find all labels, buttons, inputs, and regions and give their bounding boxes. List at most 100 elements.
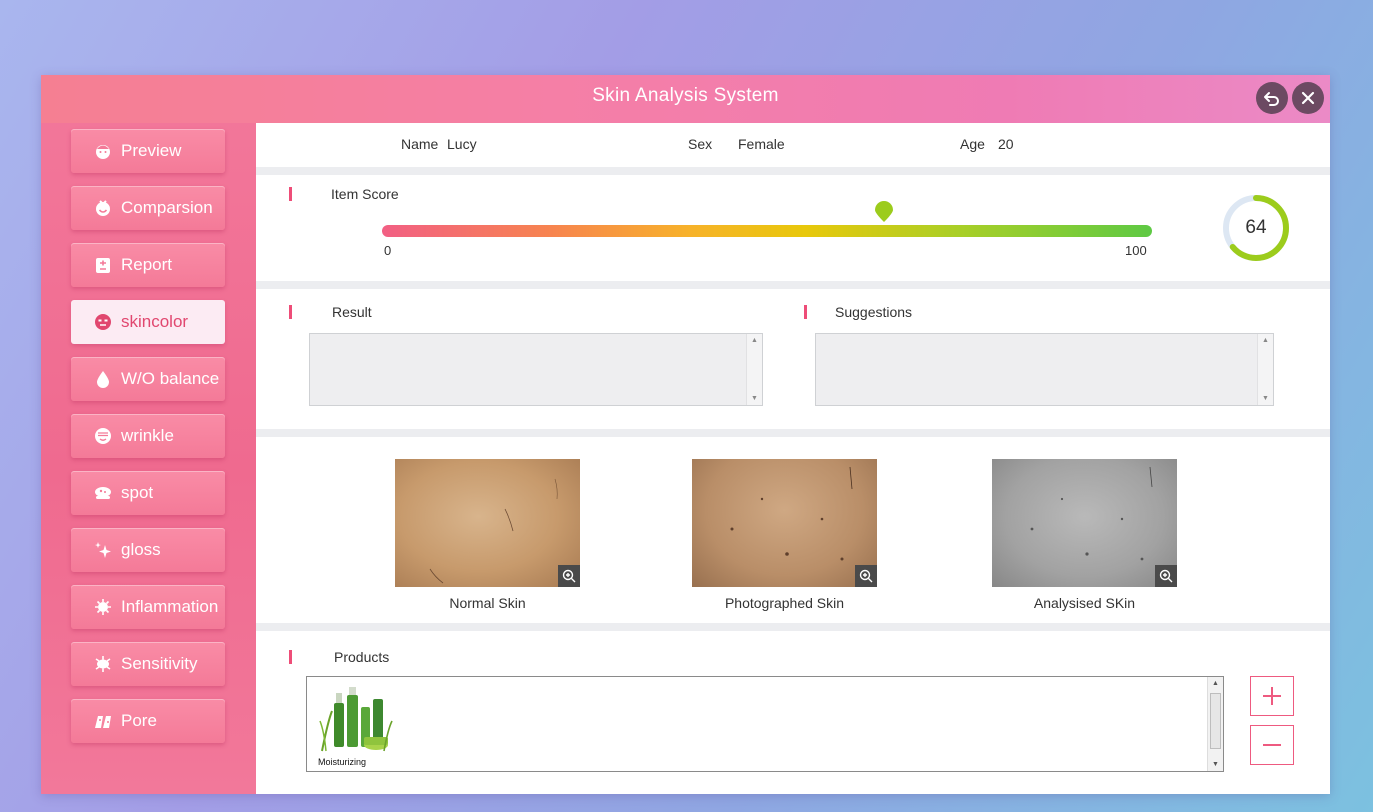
scroll-up-icon[interactable]: ▲ bbox=[1262, 337, 1269, 344]
sidebar-item-label: gloss bbox=[121, 540, 161, 559]
result-scrollbar[interactable]: ▲ ▼ bbox=[746, 334, 762, 405]
name-label: Name bbox=[401, 136, 439, 152]
suggestions-textbox[interactable]: ▲ ▼ bbox=[815, 333, 1274, 406]
back-arrow-icon bbox=[1264, 92, 1279, 106]
back-button[interactable] bbox=[1256, 82, 1288, 114]
products-list[interactable]: Moisturizing ▲ ▼ bbox=[306, 676, 1224, 772]
section-marker bbox=[289, 305, 292, 319]
item-score-panel: Item Score 0 100 64 bbox=[256, 175, 1330, 281]
section-marker bbox=[289, 187, 292, 201]
mask-face-icon bbox=[93, 312, 113, 332]
sidebar-item-gloss[interactable]: gloss bbox=[71, 528, 225, 572]
analysised-skin-caption: Analysised SKin bbox=[1033, 595, 1136, 611]
virus-icon bbox=[93, 597, 113, 617]
add-product-button[interactable] bbox=[1250, 676, 1294, 716]
suggestions-title: Suggestions bbox=[835, 304, 913, 320]
score-bar bbox=[382, 225, 1152, 237]
remove-product-button[interactable] bbox=[1250, 725, 1294, 765]
sidebar-item-comparsion[interactable]: Comparsion bbox=[71, 186, 225, 230]
zoom-in-button[interactable] bbox=[1155, 565, 1177, 587]
sidebar-item-pore[interactable]: Pore bbox=[71, 699, 225, 743]
title-bar: Skin Analysis System bbox=[41, 75, 1330, 123]
sidebar: Preview Comparsion Report skincolor W/O … bbox=[41, 123, 256, 794]
zoom-in-button[interactable] bbox=[558, 565, 580, 587]
sidebar-item-label: Inflammation bbox=[121, 597, 219, 616]
scroll-thumb[interactable] bbox=[1210, 693, 1221, 749]
photographed-skin-image[interactable] bbox=[692, 459, 877, 587]
normal-skin-image[interactable] bbox=[395, 459, 580, 587]
suggestions-scrollbar[interactable]: ▲ ▼ bbox=[1257, 334, 1273, 405]
zoom-in-icon bbox=[859, 569, 873, 583]
sidebar-item-inflammation[interactable]: Inflammation bbox=[71, 585, 225, 629]
face-icon bbox=[93, 141, 113, 161]
bacteria-icon bbox=[93, 654, 113, 674]
photographed-skin-caption: Photographed Skin bbox=[724, 595, 845, 611]
scroll-down-icon[interactable]: ▼ bbox=[1212, 761, 1219, 768]
sidebar-item-label: Sensitivity bbox=[121, 654, 198, 673]
water-drop-icon bbox=[93, 369, 113, 389]
sidebar-item-report[interactable]: Report bbox=[71, 243, 225, 287]
pore-icon bbox=[93, 711, 113, 731]
wrinkle-face-icon bbox=[93, 426, 113, 446]
sidebar-item-label: wrinkle bbox=[121, 426, 174, 445]
window-title: Skin Analysis System bbox=[592, 85, 779, 106]
section-marker bbox=[289, 650, 292, 664]
item-score-title: Item Score bbox=[331, 186, 399, 202]
product-image bbox=[318, 681, 394, 755]
products-scrollbar[interactable]: ▲ ▼ bbox=[1207, 677, 1223, 771]
sidebar-item-skincolor[interactable]: skincolor bbox=[71, 300, 225, 344]
sidebar-item-label: skincolor bbox=[121, 312, 189, 331]
product-name: Moisturizing bbox=[318, 757, 367, 767]
product-item[interactable]: Moisturizing bbox=[318, 681, 394, 767]
age-label: Age bbox=[960, 136, 985, 152]
section-marker bbox=[804, 305, 807, 319]
name-value: Lucy bbox=[447, 136, 477, 152]
analysised-skin-image[interactable] bbox=[992, 459, 1177, 587]
zoom-in-icon bbox=[562, 569, 576, 583]
products-title: Products bbox=[334, 649, 390, 665]
scroll-down-icon[interactable]: ▼ bbox=[1262, 395, 1269, 402]
result-panel: Result ▲ ▼ Suggestions ▲ ▼ bbox=[256, 289, 1330, 429]
sidebar-item-spot[interactable]: spot bbox=[71, 471, 225, 515]
patient-info-bar: Name Lucy Sex Female Age 20 bbox=[256, 123, 1330, 167]
sidebar-item-label: Pore bbox=[121, 711, 157, 730]
zoom-in-button[interactable] bbox=[855, 565, 877, 587]
sex-value: Female bbox=[738, 136, 785, 152]
suggestions-text bbox=[816, 334, 1273, 346]
main-content: Name Lucy Sex Female Age 20 Item Score 0… bbox=[256, 123, 1330, 794]
scroll-down-icon[interactable]: ▼ bbox=[751, 395, 758, 402]
sidebar-item-preview[interactable]: Preview bbox=[71, 129, 225, 173]
sidebar-item-label: W/O balance bbox=[121, 369, 220, 388]
sidebar-item-label: Report bbox=[121, 255, 173, 274]
score-min-label: 0 bbox=[384, 243, 392, 258]
score-marker-icon bbox=[875, 201, 893, 222]
sidebar-item-label: spot bbox=[121, 483, 154, 502]
scroll-up-icon[interactable]: ▲ bbox=[1212, 680, 1219, 687]
sidebar-item-label: Preview bbox=[121, 141, 182, 160]
sidebar-item-wo-balance[interactable]: W/O balance bbox=[71, 357, 225, 401]
products-panel: Products Moisturizing ▲ ▼ bbox=[256, 631, 1330, 794]
skin-images-panel: Normal Skin Photographed Skin Analysised… bbox=[256, 437, 1330, 623]
zoom-in-icon bbox=[1159, 569, 1173, 583]
close-icon bbox=[1301, 91, 1315, 105]
score-value: 64 bbox=[1245, 217, 1267, 238]
plus-icon bbox=[1263, 687, 1281, 705]
result-textbox[interactable]: ▲ ▼ bbox=[309, 333, 763, 406]
sex-label: Sex bbox=[688, 136, 713, 152]
result-text bbox=[310, 334, 762, 346]
sidebar-item-wrinkle[interactable]: wrinkle bbox=[71, 414, 225, 458]
score-max-label: 100 bbox=[1125, 243, 1147, 258]
age-value: 20 bbox=[998, 136, 1014, 152]
minus-icon bbox=[1263, 744, 1281, 746]
report-icon bbox=[93, 255, 113, 275]
sidebar-item-label: Comparsion bbox=[121, 198, 213, 217]
sidebar-item-sensitivity[interactable]: Sensitivity bbox=[71, 642, 225, 686]
spot-icon bbox=[93, 483, 113, 503]
scroll-up-icon[interactable]: ▲ bbox=[751, 337, 758, 344]
normal-skin-caption: Normal Skin bbox=[449, 595, 526, 611]
result-title: Result bbox=[332, 304, 372, 320]
sparkle-icon bbox=[93, 540, 113, 560]
close-button[interactable] bbox=[1292, 82, 1324, 114]
app-window: Skin Analysis System Preview Comparsion … bbox=[41, 75, 1330, 794]
smile-face-icon bbox=[93, 198, 113, 218]
